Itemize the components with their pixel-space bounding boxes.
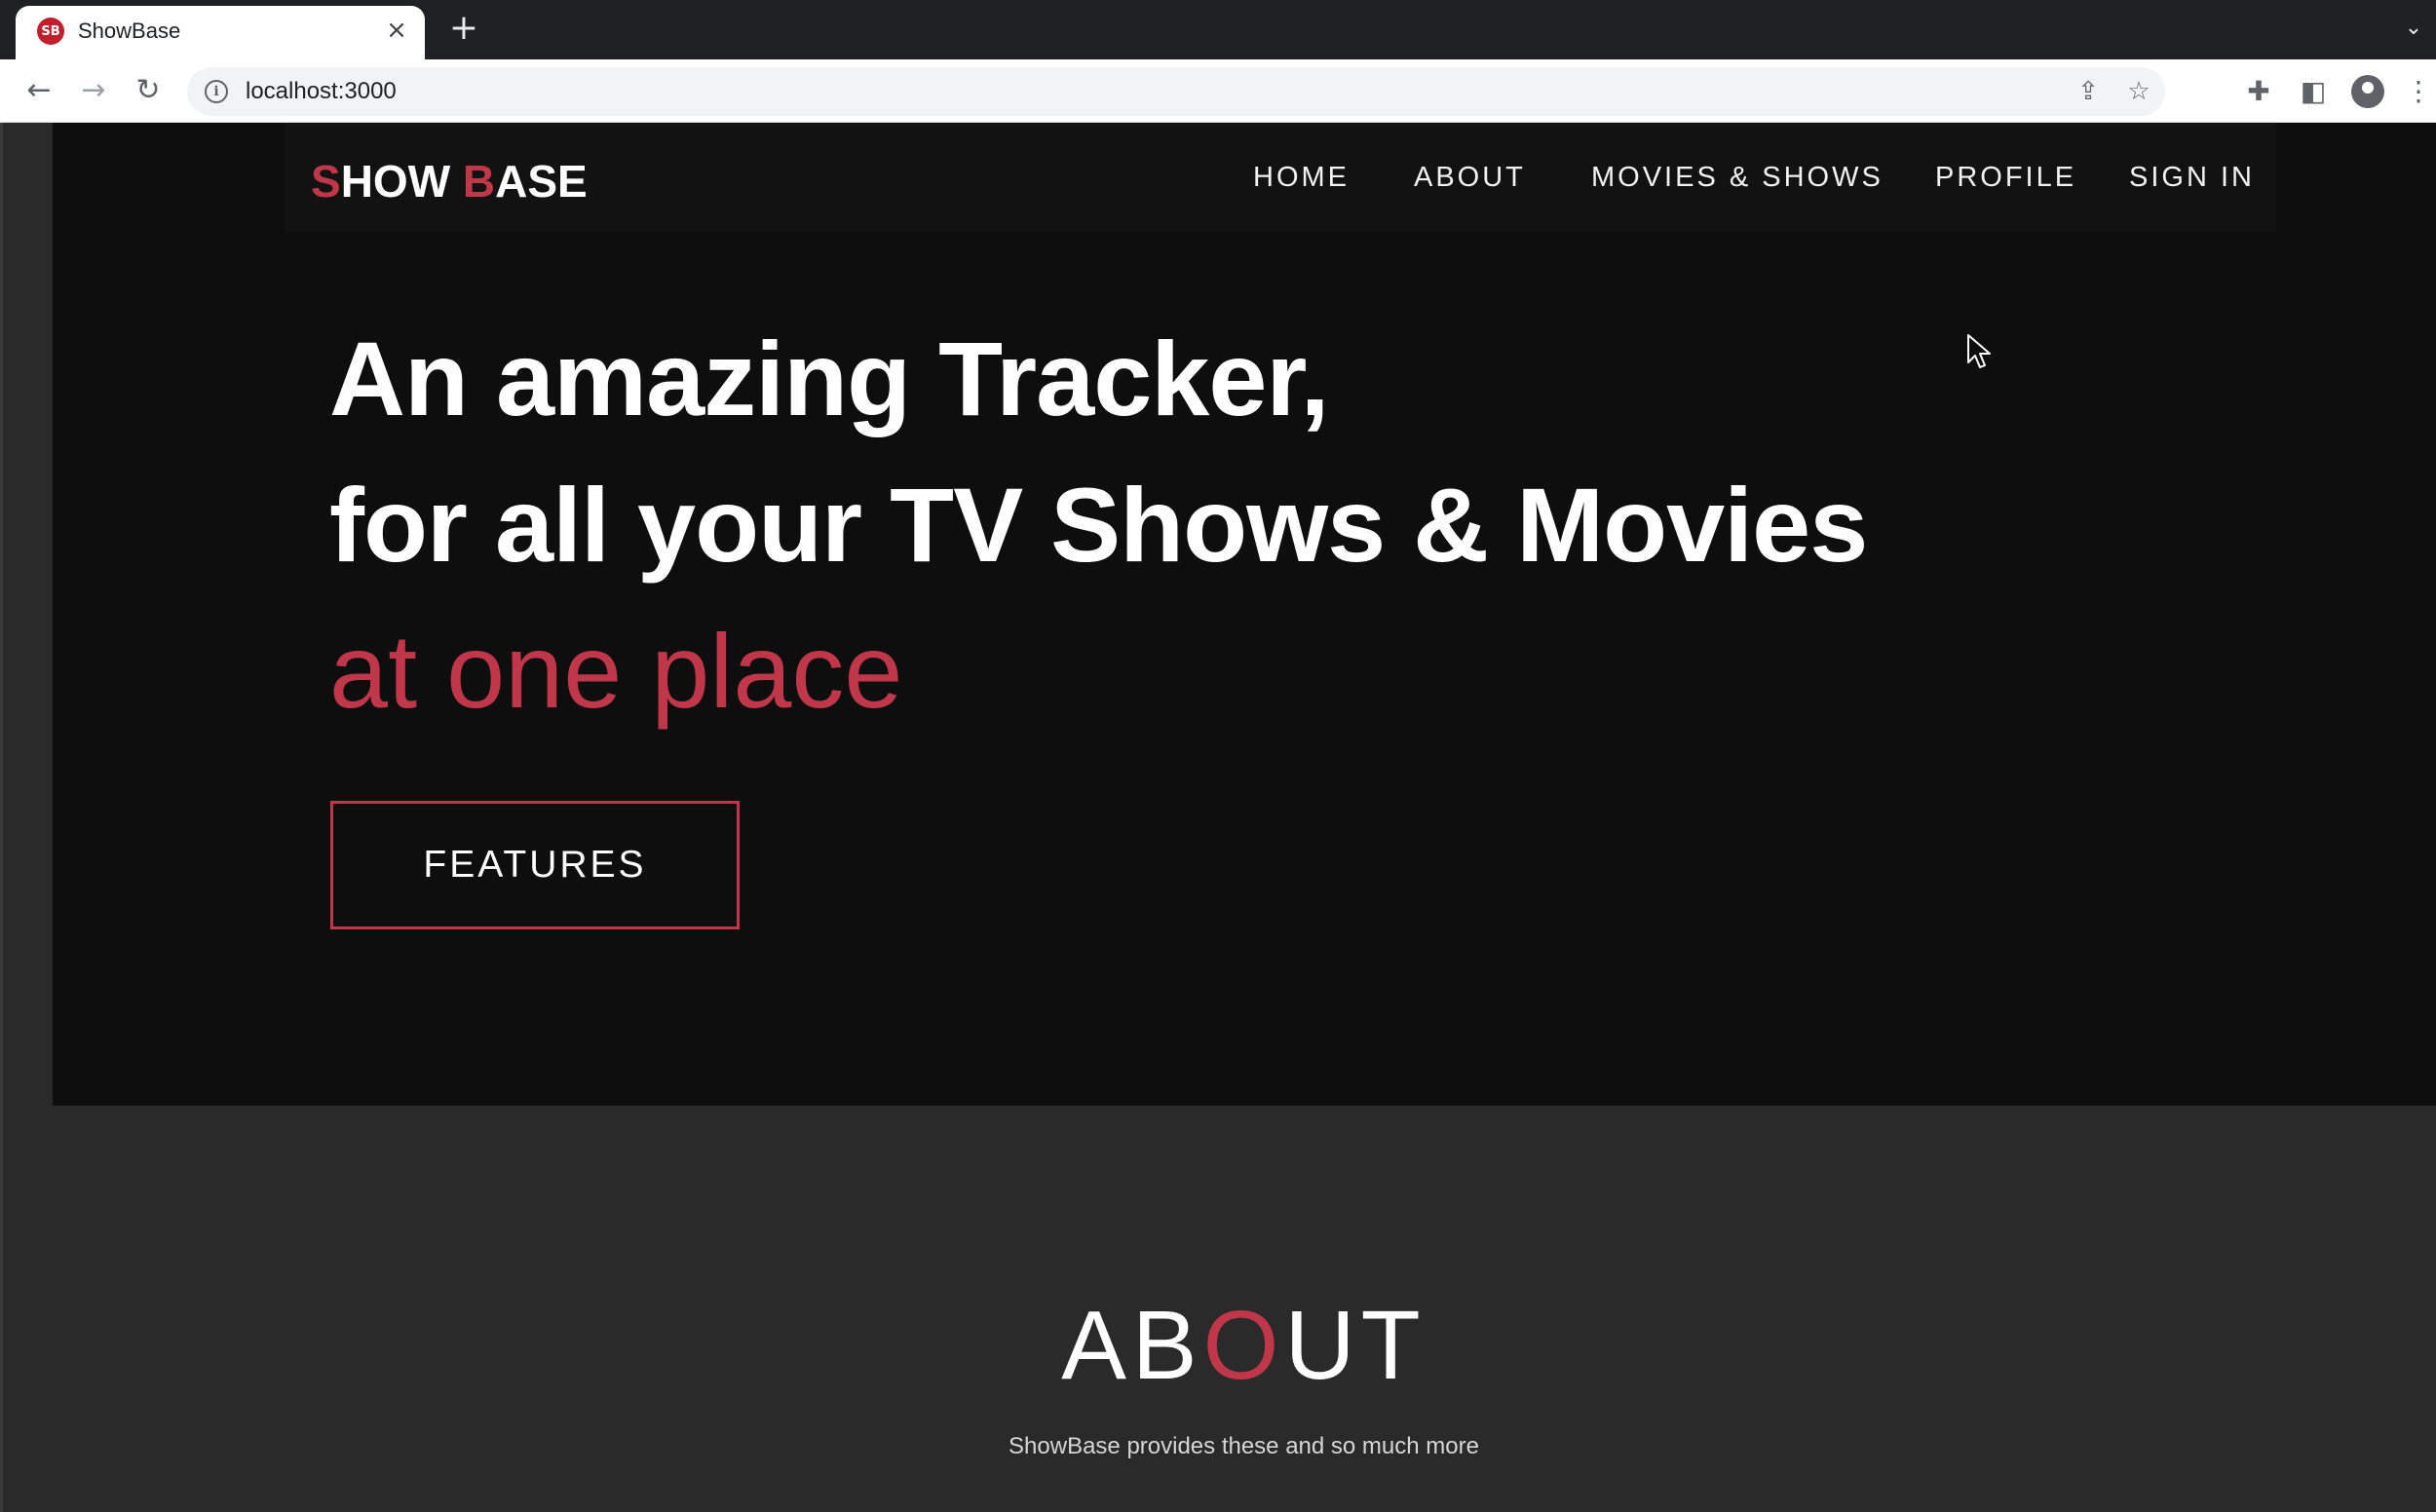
browser-tab[interactable]: SB ShowBase × (16, 6, 425, 59)
logo-letter-b: B (462, 156, 496, 207)
about-heading-pre: AB (1061, 1291, 1203, 1400)
browser-tab-strip: SB ShowBase × + ⌄ (0, 0, 2436, 59)
mouse-pointer-icon (1967, 334, 1991, 368)
tab-title: ShowBase (78, 19, 181, 43)
site-info-icon[interactable]: i (205, 80, 228, 103)
hero-headline-accent: at one place (329, 612, 903, 730)
showbase-logo[interactable]: SHOW BASE (311, 155, 588, 208)
close-tab-icon[interactable]: × (382, 16, 411, 45)
address-bar[interactable]: i localhost:3000 ⇪ ☆ (187, 67, 2165, 116)
about-heading-accent: O (1202, 1291, 1285, 1400)
side-panel-icon[interactable]: ◧ (2296, 74, 2331, 109)
nav-link-profile[interactable]: PROFILE (1935, 162, 2076, 194)
about-subtitle: ShowBase provides these and so much more (1009, 1433, 1479, 1459)
features-button[interactable]: FEATURES (330, 801, 740, 929)
back-arrow-icon[interactable]: ← (21, 73, 57, 108)
forward-arrow-icon[interactable]: → (76, 73, 111, 108)
nav-link-sign-in[interactable]: SIGN IN (2129, 162, 2255, 194)
new-tab-plus-icon[interactable]: + (446, 11, 481, 47)
hero-section: SHOW BASE HOME ABOUT MOVIES & SHOWS PROF… (53, 123, 2436, 1106)
extensions-puzzle-icon[interactable]: ✚ (2241, 74, 2276, 109)
browser-toolbar: ← → ↻ i localhost:3000 ⇪ ☆ ✚ ◧ ⋮ (0, 59, 2436, 123)
site-navbar: SHOW BASE HOME ABOUT MOVIES & SHOWS PROF… (285, 123, 2276, 232)
logo-text-how: HOW (340, 156, 463, 207)
nav-link-about[interactable]: ABOUT (1414, 162, 1526, 194)
logo-text-ase: ASE (495, 156, 588, 207)
bookmark-star-icon[interactable]: ☆ (2124, 77, 2153, 106)
showbase-favicon-icon: SB (37, 18, 64, 45)
hero-headline-line1: An amazing Tracker, (329, 320, 1329, 437)
nav-link-home[interactable]: HOME (1253, 162, 1350, 194)
hero-headline-line2: for all your TV Shows & Movies (329, 466, 1868, 584)
tab-search-chevron-icon[interactable]: ⌄ (2399, 16, 2428, 45)
logo-letter-s: S (311, 156, 341, 207)
browser-menu-icon[interactable]: ⋮ (2405, 74, 2432, 109)
url-text[interactable]: localhost:3000 (246, 78, 397, 105)
nav-link-movies-shows[interactable]: MOVIES & SHOWS (1591, 162, 1884, 194)
page-viewport: SHOW BASE HOME ABOUT MOVIES & SHOWS PROF… (0, 123, 2436, 1512)
about-heading-post: UT (1284, 1291, 1427, 1400)
reload-icon[interactable]: ↻ (131, 73, 166, 108)
about-heading: ABOUT (0, 1290, 2436, 1402)
share-icon[interactable]: ⇪ (2074, 77, 2103, 106)
profile-avatar-icon[interactable] (2351, 75, 2384, 108)
